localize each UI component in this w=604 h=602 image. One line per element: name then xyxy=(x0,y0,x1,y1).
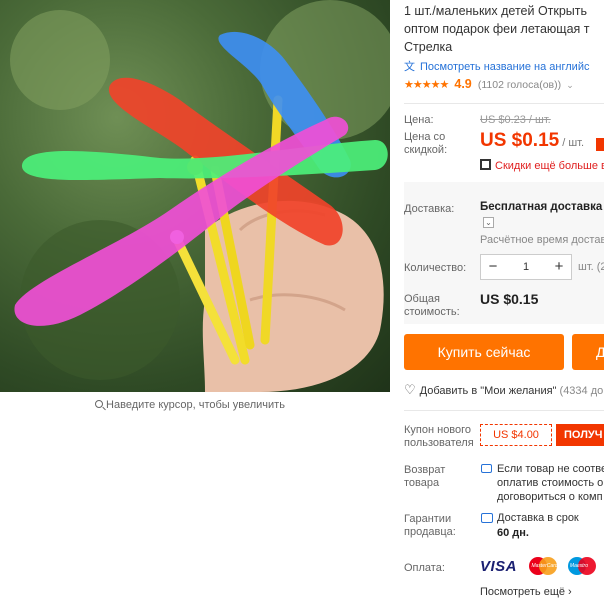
get-coupon-button[interactable]: ПОЛУЧ xyxy=(556,424,604,446)
translate-link-text: Посмотреть название на английс xyxy=(420,61,590,73)
discount-price: US $0.15/ шт. xyxy=(480,130,584,152)
translate-title-link[interactable]: 文 Посмотреть название на английс xyxy=(404,58,589,73)
app-discount-note[interactable]: Скидки ещё больше в xyxy=(480,158,604,172)
zoom-hint: Наведите курсор, чтобы увеличить xyxy=(0,399,380,411)
magnifier-icon xyxy=(95,400,104,408)
quantity-input[interactable]: 1 xyxy=(505,255,547,279)
product-rating[interactable]: ★★★★★ 4.9 (1102 голоса(ов)) ⌄ xyxy=(404,77,574,91)
product-image[interactable] xyxy=(0,0,390,392)
discount-price-label: Цена со скидкой: xyxy=(404,131,448,156)
payment-label: Оплата: xyxy=(404,562,445,574)
quantity-stepper: − 1 + xyxy=(480,254,572,280)
shipping-dropdown-icon[interactable]: ⌄ xyxy=(483,217,494,228)
divider xyxy=(404,103,604,104)
shipping-label: Доставка: xyxy=(404,203,455,215)
zoom-hint-text: Наведите курсор, чтобы увеличить xyxy=(106,399,285,411)
coupon-value: US $4.00 xyxy=(480,424,552,446)
product-title: 1 шт./маленьких детей Открыть оптом пода… xyxy=(404,2,604,56)
product-info-panel: 1 шт./маленьких детей Открыть оптом пода… xyxy=(404,0,604,602)
maestro-icon: Maestro xyxy=(567,557,596,575)
total-label: Общая стоимость: xyxy=(404,293,460,318)
product-title-line-1: 1 шт./маленьких детей Открыть xyxy=(404,4,588,18)
returns-line-3: договориться о комп xyxy=(497,491,603,503)
returns-line-2: оплатив стоимость о xyxy=(497,477,604,489)
divider xyxy=(404,410,604,411)
translate-icon: 文 xyxy=(404,61,415,73)
returns-description: Если товар не соотве оплатив стоимость о… xyxy=(497,462,604,504)
payment-methods: VISA MasterCard Maestro xyxy=(480,557,604,577)
discount-badge xyxy=(596,138,604,151)
price-label: Цена: xyxy=(404,114,434,126)
guarantee-label: Гарантии продавца: xyxy=(404,513,456,538)
total-price: US $0.15 xyxy=(480,291,539,307)
quantity-decrease-button[interactable]: − xyxy=(481,255,505,279)
return-policy-icon xyxy=(481,464,492,473)
quantity-increase-button[interactable]: + xyxy=(547,255,571,279)
wishlist-text: Добавить в "Мои желания" xyxy=(419,385,557,397)
shipping-time: Расчётное время достав xyxy=(480,234,604,246)
product-photo-art xyxy=(10,0,390,392)
discount-price-value: US $0.15 xyxy=(480,130,560,151)
rating-stars-icon: ★★★★★ xyxy=(404,79,449,91)
rating-score: 4.9 xyxy=(454,77,472,91)
returns-label: Возврат товара xyxy=(404,464,446,489)
quantity-label: Количество: xyxy=(404,262,467,274)
product-title-line-2: оптом подарок феи летающая т xyxy=(404,22,590,36)
buy-now-button[interactable]: Купить сейчас xyxy=(404,334,564,370)
add-to-cart-button[interactable]: Д xyxy=(572,334,604,370)
wishlist-count: (4334 до xyxy=(559,385,604,397)
price-unit: / шт. xyxy=(562,137,585,149)
heart-icon: ♡ xyxy=(404,382,416,397)
qr-code-icon xyxy=(480,159,491,170)
quantity-unit: шт. (2 xyxy=(578,261,604,273)
guarantee-line-1: Доставка в срок xyxy=(497,512,579,524)
returns-line-1: Если товар не соотве xyxy=(497,463,604,475)
mastercard-icon: MasterCard xyxy=(529,557,558,575)
app-discount-text: Скидки ещё больше в xyxy=(495,160,604,172)
old-price: US $0.23 / шт. xyxy=(480,114,551,126)
chevron-down-icon: ⌄ xyxy=(566,80,574,90)
guarantee-description: Доставка в срок 60 дн. xyxy=(497,511,579,541)
shipping-method[interactable]: Бесплатная доставка в xyxy=(480,201,604,213)
see-more-payment-link[interactable]: Посмотреть ещё › xyxy=(480,586,572,598)
visa-icon: VISA xyxy=(480,557,518,575)
guarantee-days: 60 дн. xyxy=(497,527,529,539)
delivery-truck-icon xyxy=(481,513,493,523)
coupon-label: Купон нового пользователя xyxy=(404,424,474,449)
product-title-line-3: Стрелка xyxy=(404,40,453,54)
rating-votes: (1102 голоса(ов)) xyxy=(477,79,562,91)
add-to-wishlist-link[interactable]: ♡ Добавить в "Мои желания" (4334 до xyxy=(404,382,603,398)
